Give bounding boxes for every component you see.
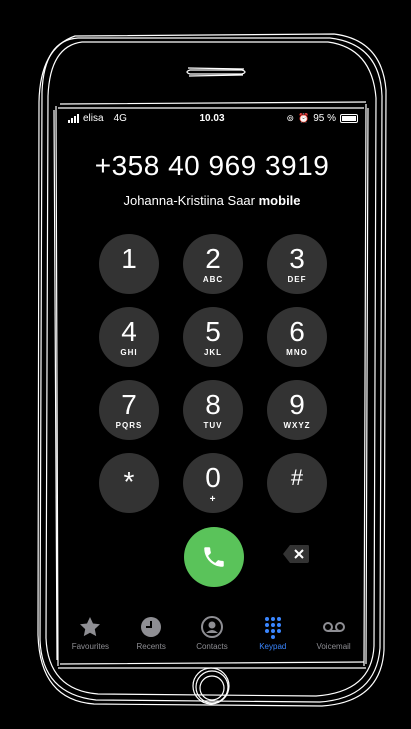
key-2[interactable]: 2 ABC — [183, 234, 243, 294]
key-letters: WXYZ — [283, 420, 311, 430]
battery-icon — [340, 114, 358, 123]
key-hash[interactable]: # — [267, 453, 327, 513]
key-digit: * — [123, 465, 135, 497]
contact-match: Johanna-Kristiina Saar mobile — [60, 193, 364, 208]
key-0[interactable]: 0 + — [183, 453, 243, 513]
key-letters: GHI — [120, 347, 138, 357]
key-9[interactable]: 9 WXYZ — [267, 380, 327, 440]
contact-label: mobile — [258, 193, 301, 208]
key-letters: PQRS — [115, 420, 143, 430]
orientation-lock-icon: ⊚ — [286, 113, 294, 123]
keypad-icon — [264, 617, 281, 639]
clock-icon — [141, 617, 162, 637]
key-6[interactable]: 6 MNO — [267, 307, 327, 367]
key-star[interactable]: * — [99, 453, 159, 513]
tab-contacts[interactable]: Contacts — [182, 615, 242, 660]
key-5[interactable]: 5 JKL — [183, 307, 243, 367]
call-button[interactable] — [184, 527, 244, 587]
key-letters: ABC — [202, 274, 224, 284]
key-8[interactable]: 8 TUV — [183, 380, 243, 440]
tab-label: Contacts — [196, 642, 228, 651]
tab-label: Recents — [136, 642, 166, 651]
status-bar: elisa 4G 10.03 ⊚ ⏰ 95 % — [60, 113, 364, 129]
tab-keypad[interactable]: Keypad — [243, 615, 303, 660]
battery-percent: 95 % — [313, 113, 336, 124]
key-1[interactable]: 1 — [99, 234, 159, 294]
key-digit: 4 — [121, 315, 137, 347]
alarm-icon: ⏰ — [297, 113, 310, 123]
person-icon — [200, 616, 223, 638]
key-digit: 9 — [289, 388, 305, 420]
key-7[interactable]: 7 PQRS — [99, 380, 159, 440]
key-digit: 1 — [121, 242, 137, 274]
voicemail-icon — [322, 622, 345, 632]
key-letters: TUV — [203, 420, 223, 430]
key-letters: DEF — [287, 274, 307, 284]
key-digit: # — [290, 464, 304, 490]
key-digit: 2 — [205, 242, 221, 274]
tab-bar: Favourites Recents Contacts Keypad Voice… — [60, 615, 364, 660]
tab-favourites[interactable]: Favourites — [60, 615, 120, 660]
tab-label: Keypad — [259, 642, 287, 651]
delete-button[interactable] — [282, 544, 310, 564]
tab-label: Voicemail — [316, 642, 351, 651]
key-digit: 0 — [205, 461, 221, 493]
tab-recents[interactable]: Recents — [121, 615, 181, 660]
dialed-number: +358 40 969 3919 — [94, 150, 330, 181]
key-digit: 6 — [289, 315, 305, 347]
key-letters: JKL — [203, 347, 223, 357]
phone-icon — [204, 547, 224, 567]
key-digit: 7 — [121, 388, 137, 420]
tab-label: Favourites — [71, 642, 110, 651]
key-3[interactable]: 3 DEF — [267, 234, 327, 294]
key-letters: + — [209, 493, 217, 505]
tab-voicemail[interactable]: Voicemail — [304, 615, 364, 660]
backspace-icon — [283, 545, 309, 563]
star-icon — [80, 617, 101, 637]
contact-name: Johanna-Kristiina Saar — [123, 193, 255, 208]
key-digit: 5 — [205, 315, 221, 347]
key-letters: MNO — [286, 347, 308, 357]
key-digit: 8 — [205, 388, 221, 420]
key-digit: 3 — [289, 242, 305, 274]
key-4[interactable]: 4 GHI — [99, 307, 159, 367]
